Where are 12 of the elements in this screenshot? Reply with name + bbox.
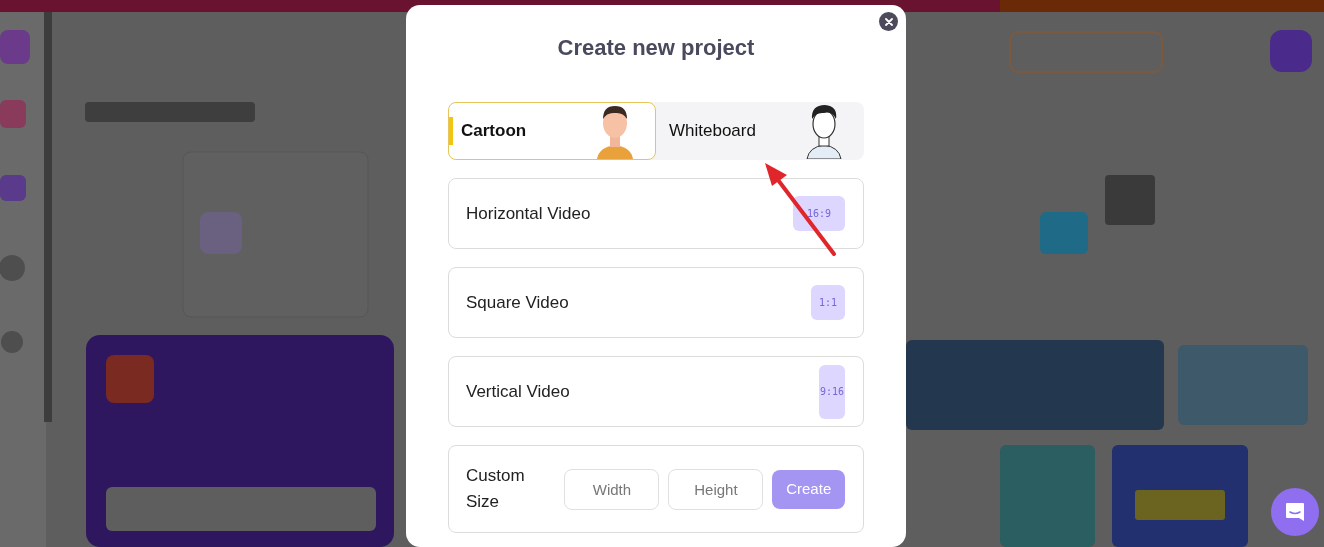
format-option[interactable]: Square Video 1:1 bbox=[448, 267, 864, 338]
ratio-badge: 1:1 bbox=[811, 285, 845, 320]
ratio-badge: 9:16 bbox=[819, 364, 845, 419]
style-tab[interactable]: Whiteboard bbox=[656, 102, 864, 160]
style-tab[interactable]: Cartoon bbox=[448, 102, 656, 160]
dialog-title: Create new project bbox=[557, 34, 755, 62]
format-option[interactable]: Horizontal Video 16:9 bbox=[448, 178, 864, 249]
custom-size-label: Custom Size bbox=[466, 465, 526, 513]
ratio-badge: 16:9 bbox=[793, 196, 845, 231]
format-option[interactable]: Vertical Video 9:16 bbox=[448, 356, 864, 427]
size-input-field[interactable]: Width bbox=[564, 468, 660, 510]
size-input-field[interactable]: Height bbox=[668, 468, 764, 510]
